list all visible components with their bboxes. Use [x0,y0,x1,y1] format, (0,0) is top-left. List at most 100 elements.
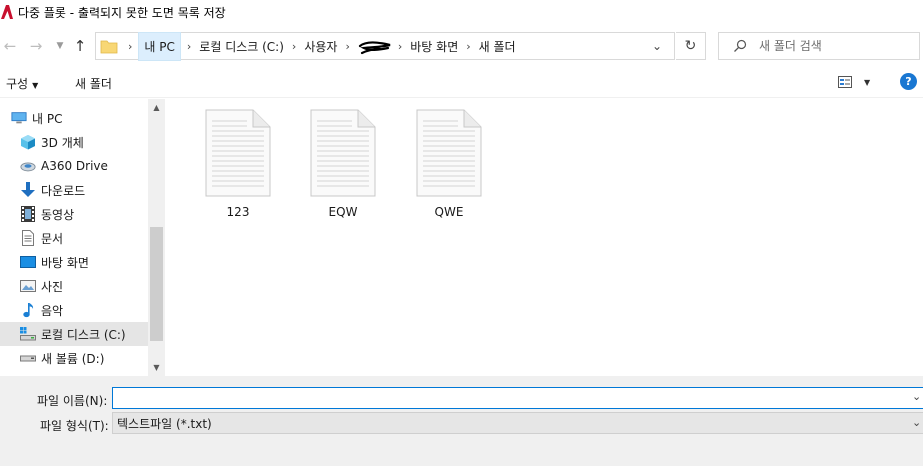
filetype-label: 파일 형식(T): [40,419,109,433]
file-item[interactable]: 123 [193,109,283,221]
autocad-icon [0,4,14,20]
document-icon [20,230,36,246]
arrow-up-icon: ↑ [73,37,87,55]
filename-input[interactable] [112,387,923,409]
refresh-icon: ↻ [684,38,697,54]
chevron-down-icon: ⌄ [912,390,922,403]
breadcrumb-separator[interactable]: › [286,40,302,53]
desktop-icon [20,254,36,270]
chevron-down-icon: ▼ [153,363,160,372]
command-toolbar: 구성 ▼ 새 폴더 ▼ ? [0,68,923,98]
sidebar-item-my-pc[interactable]: 내 PC [0,106,148,130]
file-item[interactable]: EQW [298,109,388,221]
sidebar-item-label: 사진 [41,279,64,294]
sidebar-item-label: 동영상 [41,207,75,222]
sidebar-item-pictures[interactable]: 사진 [0,274,148,298]
window-title: 다중 플롯 - 출력되지 못한 도면 목록 저장 [18,5,226,20]
navigation-pane: 내 PC 3D 개체 A360 Drive 다운로드 동영상 문서 바탕 화면 … [0,99,166,376]
file-name: 123 [226,205,250,219]
scrollbar-thumb[interactable] [150,227,163,341]
sidebar-item-label: 바탕 화면 [41,255,89,270]
refresh-button[interactable]: ↻ [676,32,706,60]
organize-label: 구성 [6,77,29,91]
sidebar-item-downloads[interactable]: 다운로드 [0,178,148,202]
forward-button[interactable]: → [26,34,46,58]
help-icon: ? [905,75,912,88]
breadcrumb-users[interactable]: 사용자 [302,38,339,55]
up-button[interactable]: ↑ [70,34,90,58]
sidebar-item-label: 음악 [41,303,64,318]
chevron-down-icon: ⌄ [651,39,662,53]
search-input[interactable] [759,39,909,53]
search-box[interactable] [718,32,920,60]
cloud-drive-icon [20,158,36,174]
sidebar-item-music[interactable]: 음악 [0,298,148,322]
sidebar-item-label: 내 PC [32,111,63,126]
drive-icon [20,350,36,366]
scroll-down-button[interactable]: ▼ [148,359,165,376]
chevron-down-icon: ▼ [56,41,64,51]
chevron-down-icon: ⌄ [912,416,922,429]
sidebar-item-videos[interactable]: 동영상 [0,202,148,226]
text-file-icon [205,109,271,197]
view-details-icon [838,76,852,88]
back-button[interactable]: ← [0,34,20,58]
sidebar-item-3d-objects[interactable]: 3D 개체 [0,130,148,154]
arrow-right-icon: → [29,37,43,55]
sidebar-item-label: 다운로드 [41,183,86,198]
chevron-up-icon: ▲ [153,103,160,112]
sidebar-item-label: 새 볼륨 (D:) [41,351,105,366]
filetype-value: 텍스트파일 (*.txt) [117,416,212,431]
caret-down-icon: ▼ [32,81,39,90]
breadcrumb-separator[interactable]: › [122,40,138,53]
sidebar-item-desktop[interactable]: 바탕 화면 [0,250,148,274]
breadcrumb-local-disk[interactable]: 로컬 디스크 (C:) [197,38,286,55]
sidebar-item-documents[interactable]: 문서 [0,226,148,250]
sidebar-item-local-disk[interactable]: 로컬 디스크 (C:) [0,322,148,346]
file-name: QWE [434,205,464,219]
sidebar-item-a360-drive[interactable]: A360 Drive [0,154,148,178]
text-file-icon [310,109,376,197]
navigation-bar: ← → ▼ ↑ › 내 PC › 로컬 디스크 (C:) › 사용자 › › 바… [0,30,923,62]
music-icon [20,302,36,318]
title-bar: 다중 플롯 - 출력되지 못한 도면 목록 저장 [0,0,923,24]
scroll-up-button[interactable]: ▲ [148,99,165,116]
breadcrumb-user-redacted[interactable] [356,39,392,55]
organize-menu-button[interactable]: 구성 ▼ [6,75,38,92]
help-button[interactable]: ? [900,73,917,90]
download-icon [20,182,36,198]
filename-label: 파일 이름(N): [37,394,108,408]
navigation-pane-scrollbar[interactable]: ▲ ▼ [148,99,165,376]
breadcrumb-desktop[interactable]: 바탕 화면 [408,38,460,55]
breadcrumb-separator[interactable]: › [392,40,408,53]
text-file-icon [416,109,482,197]
sidebar-item-label: 로컬 디스크 (C:) [41,327,126,342]
file-list: 123 EQW QWE [166,99,923,376]
breadcrumb-my-pc[interactable]: 내 PC [138,31,181,61]
caret-down-icon: ▼ [864,77,871,87]
save-options-panel: 파일 이름(N): ⌄ 파일 형식(T): 텍스트파일 (*.txt) ⌄ [0,376,923,466]
filename-dropdown[interactable]: ⌄ [912,390,921,403]
arrow-left-icon: ← [3,37,17,55]
view-options-button[interactable]: ▼ [838,76,870,88]
breadcrumb-new-folder[interactable]: 새 폴더 [477,38,518,55]
breadcrumb-separator[interactable]: › [339,40,355,53]
filetype-select[interactable]: 텍스트파일 (*.txt) [112,412,923,434]
cube-icon [20,134,36,150]
sidebar-item-label: 문서 [41,231,64,246]
file-name: EQW [328,205,358,219]
sidebar-item-new-volume[interactable]: 새 볼륨 (D:) [0,346,148,370]
drive-windows-icon [20,326,36,342]
breadcrumb-separator[interactable]: › [181,40,197,53]
address-bar[interactable]: › 내 PC › 로컬 디스크 (C:) › 사용자 › › 바탕 화면 › 새… [95,31,675,61]
sidebar-item-label: 3D 개체 [41,135,84,150]
search-icon [734,39,747,52]
filetype-dropdown[interactable]: ⌄ [912,416,921,429]
pictures-icon [20,278,36,294]
address-history-dropdown[interactable]: ⌄ [652,39,662,53]
recent-locations-button[interactable]: ▼ [50,34,70,58]
video-icon [20,206,36,222]
breadcrumb-separator[interactable]: › [460,40,476,53]
new-folder-button[interactable]: 새 폴더 [75,75,112,92]
file-item[interactable]: QWE [404,109,494,221]
